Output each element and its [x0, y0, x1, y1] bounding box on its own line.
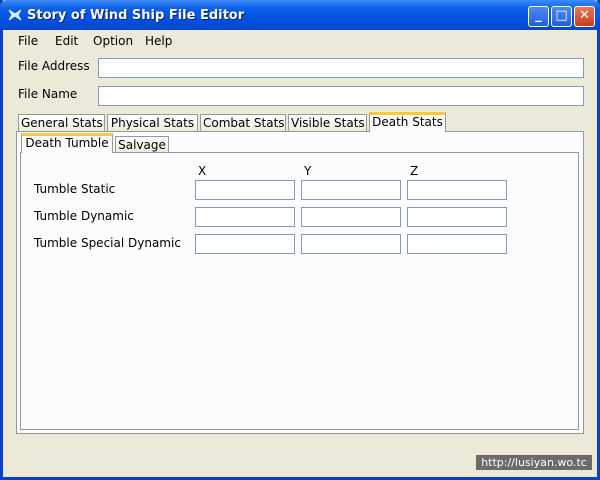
tumble-special-dynamic-z-input[interactable] — [407, 234, 507, 254]
tab-visible-stats[interactable]: Visible Stats — [288, 114, 367, 132]
row-label-tumble-static: Tumble Static — [34, 182, 116, 196]
tab-physical-stats[interactable]: Physical Stats — [107, 114, 198, 132]
tumble-dynamic-x-input[interactable] — [195, 207, 295, 227]
close-button[interactable]: ✕ — [574, 6, 595, 27]
tumble-special-dynamic-y-input[interactable] — [301, 234, 401, 254]
app-icon — [8, 9, 22, 21]
tumble-special-dynamic-x-input[interactable] — [195, 234, 295, 254]
minimize-button[interactable]: _ — [528, 6, 549, 27]
tumble-static-z-input[interactable] — [407, 180, 507, 200]
tumble-dynamic-y-input[interactable] — [301, 207, 401, 227]
menu-help[interactable]: Help — [145, 34, 172, 48]
file-address-input[interactable] — [98, 58, 584, 78]
menu-bar: File Edit Option Help — [3, 30, 597, 52]
file-name-label: File Name — [18, 87, 78, 101]
death-tumble-panel: X Y Z Tumble Static Tumble Dynamic Tumbl… — [20, 152, 579, 430]
menu-file[interactable]: File — [18, 34, 38, 48]
tab-combat-stats[interactable]: Combat Stats — [200, 114, 286, 132]
column-header-x: X — [198, 164, 207, 178]
menu-option[interactable]: Option — [93, 34, 133, 48]
tab-death-stats[interactable]: Death Stats — [369, 112, 446, 132]
column-header-z: Z — [410, 164, 419, 178]
tumble-static-x-input[interactable] — [195, 180, 295, 200]
row-label-tumble-dynamic: Tumble Dynamic — [34, 209, 134, 223]
death-stats-panel: Death Tumble Salvage X Y Z Tumble Static… — [16, 131, 584, 434]
subtab-salvage[interactable]: Salvage — [115, 136, 169, 153]
maximize-button[interactable]: □ — [551, 6, 572, 27]
watermark-url: http://lusiyan.wo.tc — [476, 455, 592, 470]
title-bar[interactable]: Story of Wind Ship File Editor _ □ ✕ — [0, 0, 600, 30]
tumble-dynamic-z-input[interactable] — [407, 207, 507, 227]
file-address-label: File Address — [18, 59, 90, 73]
subtab-death-tumble[interactable]: Death Tumble — [21, 133, 113, 153]
column-header-y: Y — [304, 164, 312, 178]
row-label-tumble-special-dynamic: Tumble Special Dynamic — [34, 236, 181, 250]
tumble-static-y-input[interactable] — [301, 180, 401, 200]
window-title: Story of Wind Ship File Editor — [27, 8, 245, 23]
tab-general-stats[interactable]: General Stats — [18, 114, 105, 132]
menu-edit[interactable]: Edit — [55, 34, 78, 48]
main-window: Story of Wind Ship File Editor _ □ ✕ Fil… — [0, 0, 600, 480]
file-name-input[interactable] — [98, 86, 584, 106]
